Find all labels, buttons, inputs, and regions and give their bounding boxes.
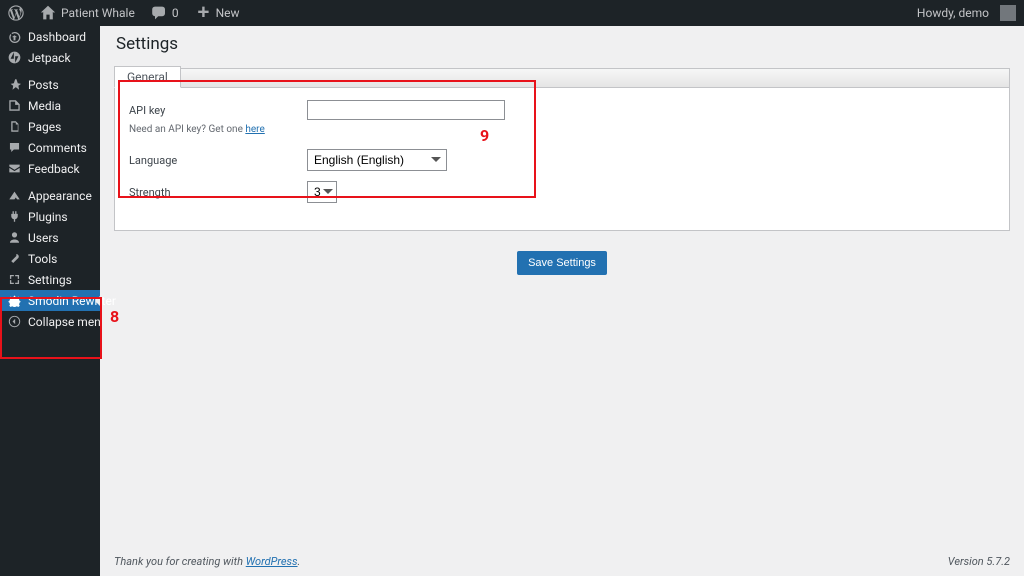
- sidebar-item-label: Comments: [28, 141, 87, 155]
- sidebar-item-appearance[interactable]: Appearance: [0, 185, 100, 206]
- site-name-menu[interactable]: Patient Whale: [32, 0, 143, 26]
- admin-footer: Thank you for creating with WordPress. V…: [100, 549, 1024, 576]
- api-key-label: API key: [129, 104, 307, 117]
- comments-menu[interactable]: 0: [143, 0, 187, 26]
- sidebar-item-label: Media: [28, 99, 61, 113]
- users-icon: [8, 231, 21, 244]
- sidebar-item-label: Pages: [28, 120, 61, 134]
- sidebar-item-label: Collapse menu: [28, 315, 107, 329]
- sidebar-item-collapse[interactable]: Collapse menu: [0, 311, 100, 332]
- sidebar-item-dashboard[interactable]: Dashboard: [0, 26, 100, 47]
- footer-thanks-suffix: .: [298, 555, 301, 568]
- comments-count: 0: [172, 6, 179, 20]
- tab-general[interactable]: General: [114, 66, 181, 88]
- sidebar-item-users[interactable]: Users: [0, 227, 100, 248]
- sidebar-item-label: Plugins: [28, 210, 68, 224]
- site-name-label: Patient Whale: [61, 6, 135, 20]
- sidebar-item-pages[interactable]: Pages: [0, 116, 100, 137]
- sidebar-item-media[interactable]: Media: [0, 95, 100, 116]
- howdy-label: Howdy, demo: [917, 6, 989, 20]
- sidebar-item-label: Jetpack: [28, 51, 71, 65]
- home-icon: [40, 5, 56, 21]
- sidebar-item-tools[interactable]: Tools: [0, 248, 100, 269]
- strength-label: Strength: [129, 186, 307, 199]
- api-key-hint-link[interactable]: here: [245, 124, 264, 135]
- language-select[interactable]: English (English): [307, 149, 447, 171]
- sidebar-item-comments[interactable]: Comments: [0, 137, 100, 158]
- appearance-icon: [8, 189, 21, 202]
- sidebar-item-label: Settings: [28, 273, 72, 287]
- sidebar-item-smodin-rewriter[interactable]: Smodin Rewriter: [0, 290, 100, 311]
- plugin-icon: [8, 210, 21, 223]
- footer-wp-link[interactable]: WordPress: [246, 555, 298, 568]
- wp-logo-menu[interactable]: [0, 0, 32, 26]
- settings-icon: [8, 273, 21, 286]
- footer-thanks-prefix: Thank you for creating with: [114, 555, 246, 568]
- sidebar-item-label: Appearance: [28, 189, 92, 203]
- comment-icon: [8, 141, 21, 154]
- sidebar-item-plugins[interactable]: Plugins: [0, 206, 100, 227]
- sidebar-item-settings[interactable]: Settings: [0, 269, 100, 290]
- language-label: Language: [129, 154, 307, 167]
- sidebar-item-label: Users: [28, 231, 59, 245]
- api-key-input[interactable]: [307, 100, 505, 120]
- settings-card: API key Need an API key? Get one here La…: [114, 88, 1010, 231]
- tools-icon: [8, 252, 21, 265]
- avatar: [1000, 5, 1016, 21]
- my-account-menu[interactable]: Howdy, demo: [909, 0, 1024, 26]
- sidebar-item-label: Posts: [28, 78, 59, 92]
- strength-select[interactable]: 3: [307, 181, 337, 203]
- collapse-icon: [8, 315, 21, 328]
- wordpress-icon: [8, 5, 24, 21]
- callout-num-9: 9: [480, 126, 489, 145]
- sidebar-item-label: Smodin Rewriter: [28, 294, 116, 308]
- plus-icon: [195, 5, 211, 21]
- save-settings-button[interactable]: Save Settings: [517, 251, 607, 275]
- api-key-hint: Need an API key? Get one here: [129, 124, 995, 135]
- admin-toolbar: Patient Whale 0 New Howdy, demo: [0, 0, 1024, 26]
- jetpack-icon: [8, 51, 21, 64]
- sidebar-item-posts[interactable]: Posts: [0, 74, 100, 95]
- media-icon: [8, 99, 21, 112]
- comment-icon: [151, 5, 167, 21]
- pages-icon: [8, 120, 21, 133]
- callout-num-8: 8: [110, 307, 119, 326]
- sidebar-item-label: Tools: [28, 252, 57, 266]
- new-content-menu[interactable]: New: [187, 0, 248, 26]
- new-content-label: New: [216, 6, 240, 20]
- feedback-icon: [8, 162, 21, 175]
- gear-icon: [8, 294, 21, 307]
- sidebar-item-jetpack[interactable]: Jetpack: [0, 47, 100, 68]
- page-title: Settings: [116, 34, 1010, 54]
- tab-strip-bg: [181, 68, 1010, 88]
- main-content-area: Settings General API key Need an API key…: [100, 26, 1024, 576]
- tab-wrapper: General: [114, 66, 1010, 88]
- sidebar-item-label: Feedback: [28, 162, 80, 176]
- pin-icon: [8, 78, 21, 91]
- sidebar-item-feedback[interactable]: Feedback: [0, 158, 100, 179]
- admin-sidebar: Dashboard Jetpack Posts Media Pages Comm…: [0, 26, 100, 576]
- dashboard-icon: [8, 30, 21, 43]
- footer-version: Version 5.7.2: [948, 555, 1010, 568]
- sidebar-item-label: Dashboard: [28, 30, 86, 44]
